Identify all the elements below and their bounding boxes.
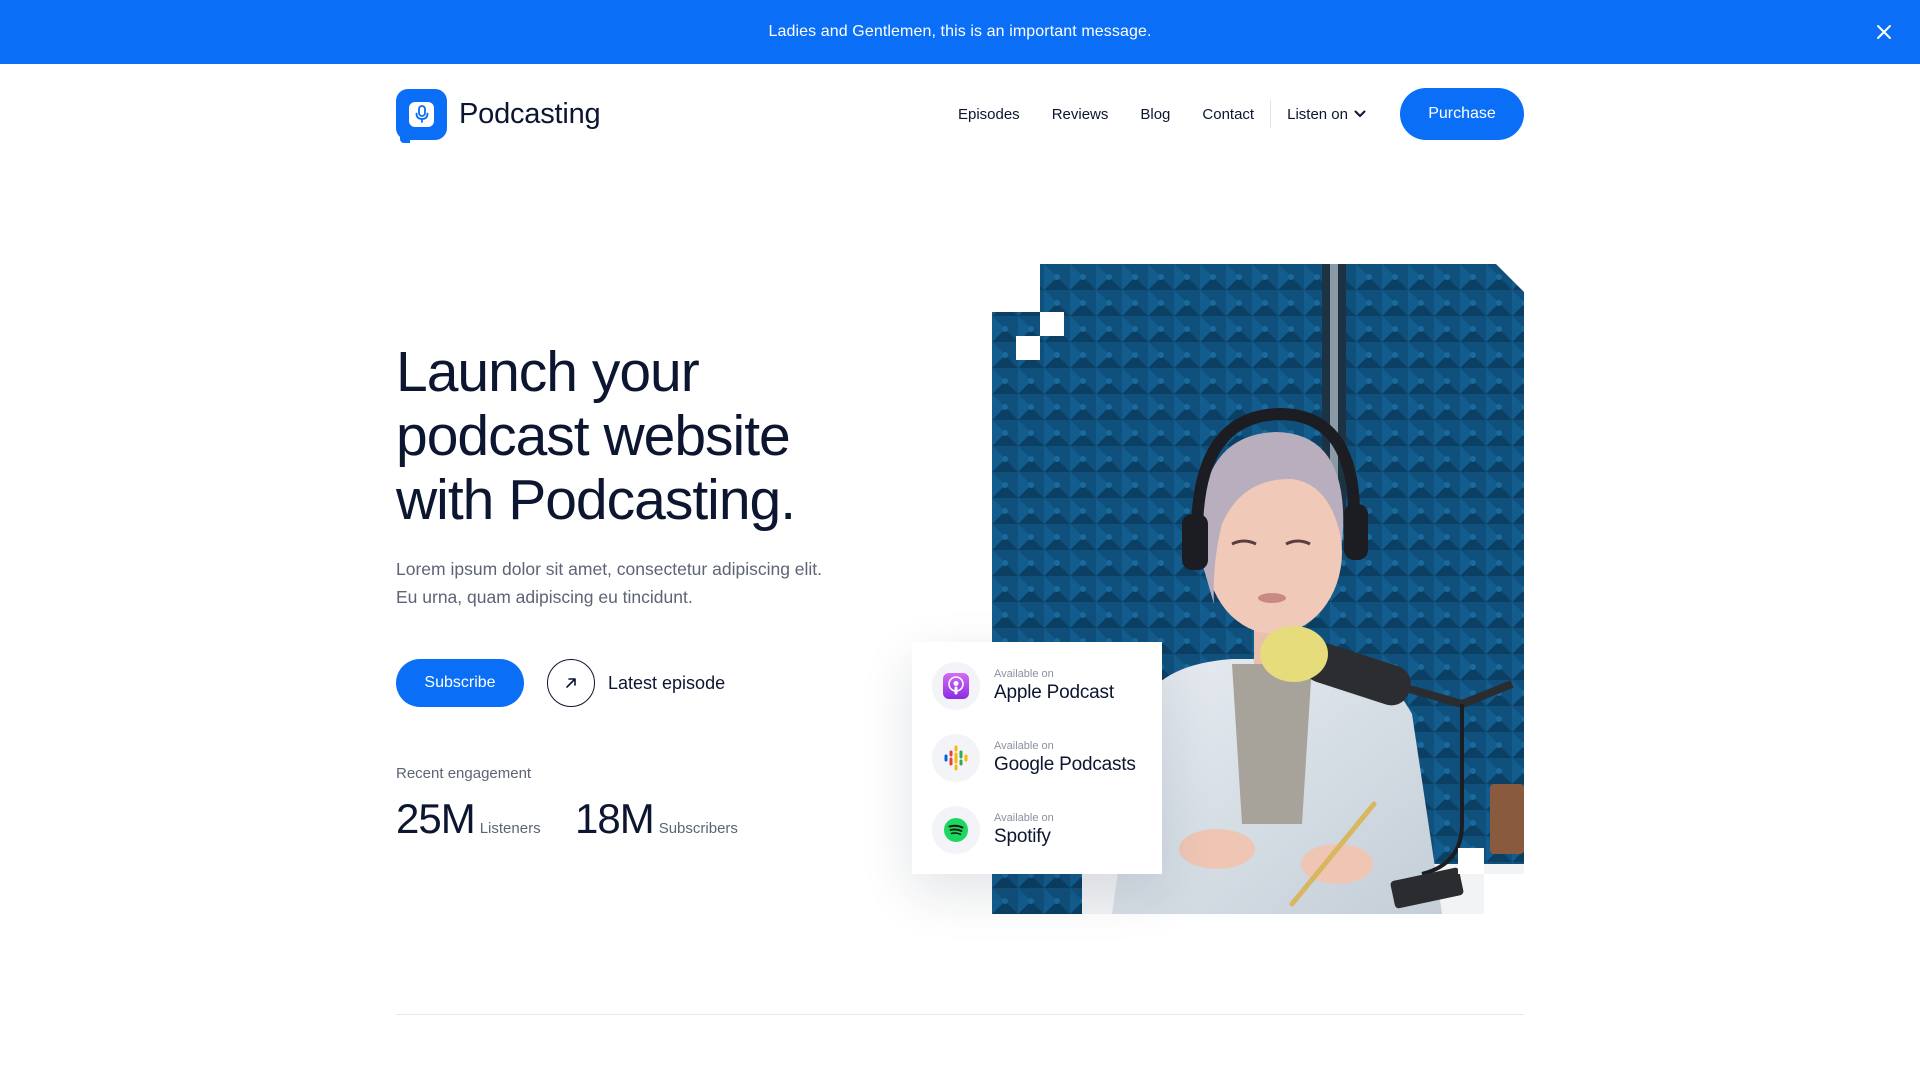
platform-spotify[interactable]: Available on Spotify bbox=[932, 806, 1054, 854]
platforms-card: Available on Apple Podcast Available on … bbox=[912, 642, 1162, 874]
platform-name: Apple Podcast bbox=[994, 682, 1114, 703]
close-icon[interactable] bbox=[1872, 20, 1896, 44]
decorative-square bbox=[1016, 336, 1040, 360]
announcement-bar: Ladies and Gentlemen, this is an importa… bbox=[0, 0, 1920, 64]
hero-description: Lorem ipsum dolor sit amet, consectetur … bbox=[396, 555, 856, 611]
stat-unit: Listeners bbox=[479, 820, 541, 837]
purchase-button[interactable]: Purchase bbox=[1400, 88, 1524, 140]
stat-value: 18M bbox=[575, 795, 655, 842]
latest-episode-label: Latest episode bbox=[608, 672, 726, 693]
hero-title-line: with Podcasting. bbox=[396, 468, 796, 532]
stat-unit: Subscribers bbox=[658, 820, 738, 837]
nav-contact[interactable]: Contact bbox=[1202, 106, 1254, 123]
platform-google-podcasts[interactable]: Available on Google Podcasts bbox=[932, 734, 1136, 782]
platform-available-label: Available on bbox=[994, 740, 1054, 752]
platform-text: Available on Google Podcasts bbox=[994, 739, 1136, 777]
listen-on-label: Listen on bbox=[1287, 105, 1348, 123]
decorative-square bbox=[1458, 848, 1484, 874]
apple-podcasts-icon bbox=[932, 662, 980, 710]
nav-episodes[interactable]: Episodes bbox=[958, 106, 1020, 123]
nav-blog[interactable]: Blog bbox=[1140, 106, 1170, 123]
engagement-label: Recent engagement bbox=[396, 765, 532, 782]
platform-available-label: Available on bbox=[994, 668, 1054, 680]
announcement-text: Ladies and Gentlemen, this is an importa… bbox=[768, 23, 1152, 40]
hero-title: Launch your podcast website with Podcast… bbox=[396, 340, 896, 532]
platform-apple-podcast[interactable]: Available on Apple Podcast bbox=[932, 662, 1114, 710]
platform-name: Google Podcasts bbox=[994, 754, 1136, 775]
site-header: Podcasting Episodes Reviews Blog Contact… bbox=[396, 88, 1524, 143]
logo-text: Podcasting bbox=[459, 97, 601, 130]
frame-notch bbox=[992, 264, 1040, 312]
stat-subscribers: 18M Subscribers bbox=[575, 795, 738, 843]
microphone-icon bbox=[409, 101, 434, 127]
hero-title-line: Launch your bbox=[396, 340, 700, 404]
platform-name: Spotify bbox=[994, 826, 1051, 847]
stat-listeners: 25M Listeners bbox=[396, 795, 541, 843]
nav-divider bbox=[1270, 100, 1272, 128]
hero-title-line: podcast website bbox=[396, 404, 791, 468]
section-divider bbox=[396, 1014, 1524, 1015]
stat-value: 25M bbox=[396, 795, 476, 842]
platform-available-label: Available on bbox=[994, 812, 1054, 824]
listen-on-dropdown[interactable]: Listen on bbox=[1287, 106, 1366, 123]
logo-mark bbox=[396, 88, 447, 143]
subscribe-button[interactable]: Subscribe bbox=[396, 659, 524, 707]
platform-text: Available on Spotify bbox=[994, 811, 1054, 849]
platform-text: Available on Apple Podcast bbox=[994, 667, 1114, 705]
chevron-down-icon bbox=[1354, 110, 1366, 117]
arrow-up-right-icon bbox=[547, 659, 595, 707]
hero-description-line: Eu urna, quam adipiscing eu tincidunt. bbox=[396, 587, 693, 607]
latest-episode-link[interactable]: Latest episode bbox=[547, 659, 725, 707]
logo[interactable]: Podcasting bbox=[396, 88, 601, 143]
google-podcasts-icon bbox=[932, 734, 980, 782]
hero-description-line: Lorem ipsum dolor sit amet, consectetur … bbox=[396, 559, 823, 579]
main-nav: Episodes Reviews Blog Contact Listen on … bbox=[958, 88, 1524, 140]
nav-reviews[interactable]: Reviews bbox=[1052, 106, 1109, 123]
decorative-square bbox=[1040, 312, 1064, 336]
spotify-icon bbox=[932, 806, 980, 854]
